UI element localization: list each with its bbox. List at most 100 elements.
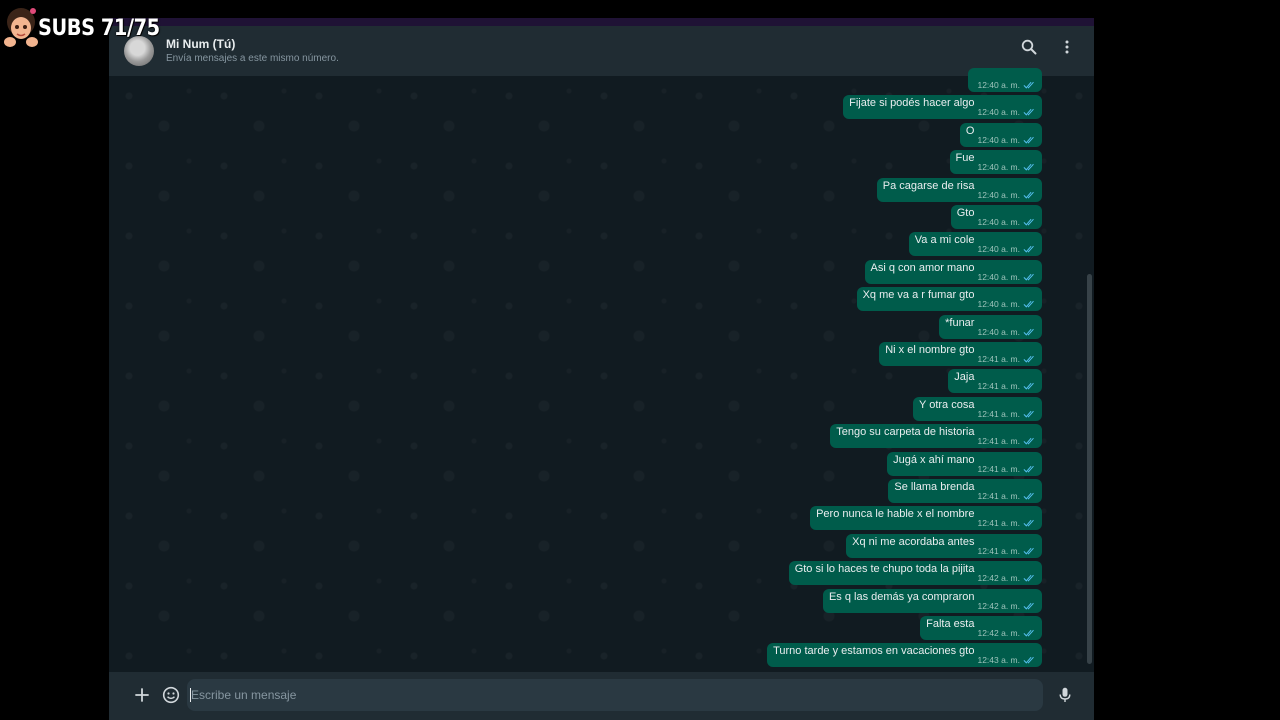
message-text: Gto <box>956 207 975 219</box>
double-check-icon <box>1023 273 1034 281</box>
message-text: Se llama brenda <box>894 481 975 493</box>
menu-icon[interactable] <box>1058 38 1076 56</box>
message-meta: 12:42 a. m. <box>977 601 1036 611</box>
message-bubble[interactable]: Gto 12:40 a. m. <box>950 205 1042 229</box>
message-bubble[interactable]: Y otra cosa 12:41 a. m. <box>913 396 1042 421</box>
message-meta: 12:40 a. m. <box>977 135 1036 145</box>
message-bubble[interactable]: 12:40 a. m. <box>968 68 1042 92</box>
plus-icon[interactable] <box>133 686 151 704</box>
message-text: Xq ni me acordaba antes <box>852 535 975 548</box>
message-meta: 12:43 a. m. <box>977 655 1036 665</box>
scrollbar-thumb[interactable] <box>1087 274 1092 664</box>
message-text: Falta esta <box>926 618 975 630</box>
message-time: 12:40 a. m. <box>977 271 1020 282</box>
message-text: Ni x el nombre gto <box>885 344 975 356</box>
chat-header[interactable]: Mi Num (Tú) Envía mensajes a este mismo … <box>109 26 1094 76</box>
message-meta: 12:41 a. m. <box>977 436 1036 446</box>
double-check-icon <box>1023 328 1034 336</box>
subs-counter: SUBS 71/75 <box>38 15 160 41</box>
composer-bar <box>109 672 1094 720</box>
message-bubble[interactable]: Asi q con amor mano 12:40 a. m. <box>864 259 1042 284</box>
message-bubble[interactable]: O 12:40 a. m. <box>959 122 1042 147</box>
message-text: Jugá x ahí mano <box>893 453 975 466</box>
double-check-icon <box>1023 465 1034 473</box>
text-caret <box>190 688 191 702</box>
message-text: Va a mi cole <box>914 234 975 247</box>
message-time: 12:41 a. m. <box>977 491 1020 501</box>
message-time: 12:40 a. m. <box>977 189 1020 200</box>
message-meta: 12:42 a. m. <box>977 573 1036 583</box>
message-meta: 12:40 a. m. <box>977 299 1036 309</box>
message-meta: 12:40 a. m. <box>977 244 1036 254</box>
message-meta: 12:41 a. m. <box>977 518 1036 528</box>
message-input[interactable] <box>187 679 1043 711</box>
message-time: 12:41 a. m. <box>977 518 1020 529</box>
message-text: Jaja <box>954 371 975 384</box>
message-text: Fue <box>955 152 975 165</box>
contact-info[interactable]: Mi Num (Tú) Envía mensajes a este mismo … <box>166 37 339 65</box>
message-time: 12:40 a. m. <box>977 107 1020 118</box>
streamer-emote-icon <box>2 4 42 52</box>
double-check-icon <box>1023 520 1034 527</box>
double-check-icon <box>1023 109 1034 116</box>
message-bubble[interactable]: Turno tarde y estamos en vacaciones gto 1… <box>767 643 1042 668</box>
message-bubble[interactable]: *funar 12:40 a. m. <box>939 314 1042 339</box>
message-bubble[interactable]: Falta esta 12:42 a. m. <box>920 616 1042 640</box>
message-time: 12:40 a. m. <box>977 134 1020 145</box>
message-time: 12:40 a. m. <box>977 162 1020 173</box>
message-meta: 12:41 a. m. <box>977 546 1036 556</box>
message-time: 12:40 a. m. <box>977 326 1020 337</box>
message-text: Turno tarde y estamos en vacaciones gto <box>773 645 975 658</box>
message-meta: 12:40 a. m. <box>977 107 1036 117</box>
message-bubble[interactable]: Se llama brenda 12:41 a. m. <box>888 479 1042 503</box>
message-text: Xq me va a r fumar gto <box>862 289 975 302</box>
message-time: 12:41 a. m. <box>977 354 1020 364</box>
message-bubble[interactable]: Pa cagarse de risa 12:40 a. m. <box>876 177 1042 202</box>
double-check-icon <box>1023 246 1034 253</box>
message-bubble[interactable]: Fue 12:40 a. m. <box>949 150 1042 175</box>
message-time: 12:42 a. m. <box>977 600 1020 611</box>
message-bubble[interactable]: Xq ni me acordaba antes 12:41 a. m. <box>846 533 1042 558</box>
message-list[interactable]: 12:40 a. m. Fijate si podés hacer algo 12:… <box>109 68 1094 672</box>
message-text: Y otra cosa <box>919 398 975 411</box>
message-meta: 12:40 a. m. <box>977 217 1036 227</box>
double-check-icon <box>1023 81 1034 89</box>
message-bubble[interactable]: Ni x el nombre gto 12:41 a. m. <box>879 342 1042 366</box>
message-text: Fijate si podés hacer algo <box>849 97 975 110</box>
double-check-icon <box>1023 136 1034 144</box>
message-bubble[interactable]: Pero nunca le hable x el nombre 12:41 a. … <box>810 506 1042 531</box>
window-top-accent <box>109 18 1094 26</box>
message-time: 12:41 a. m. <box>977 463 1020 474</box>
message-bubble[interactable]: Jugá x ahí mano 12:41 a. m. <box>887 451 1042 476</box>
message-time: 12:40 a. m. <box>977 244 1020 255</box>
message-bubble[interactable]: Gto si lo haces te chupo toda la pijita 1… <box>788 561 1042 586</box>
message-meta: 12:41 a. m. <box>977 464 1036 474</box>
double-check-icon <box>1023 218 1034 226</box>
message-meta: 12:41 a. m. <box>977 381 1036 391</box>
message-bubble[interactable]: Fijate si podés hacer algo 12:40 a. m. <box>843 95 1042 120</box>
double-check-icon <box>1023 191 1034 199</box>
double-check-icon <box>1023 492 1034 500</box>
message-meta: 12:40 a. m. <box>977 272 1036 282</box>
message-bubble[interactable]: Tengo su carpeta de historia 12:41 a. m. <box>830 424 1042 449</box>
double-check-icon <box>1023 575 1034 582</box>
sticker-icon[interactable] <box>162 686 180 704</box>
message-time: 12:43 a. m. <box>977 655 1020 666</box>
double-check-icon <box>1023 164 1034 171</box>
message-time: 12:41 a. m. <box>977 436 1020 447</box>
message-time: 12:41 a. m. <box>977 408 1020 419</box>
message-meta: 12:41 a. m. <box>977 409 1036 419</box>
message-text: Pa cagarse de risa <box>882 179 975 192</box>
message-time: 12:41 a. m. <box>977 381 1020 392</box>
message-time: 12:40 a. m. <box>977 80 1020 90</box>
message-meta: 12:42 a. m. <box>977 628 1036 638</box>
message-text: Asi q con amor mano <box>870 261 975 274</box>
contact-name: Mi Num (Tú) <box>166 37 236 51</box>
message-bubble[interactable]: Xq me va a r fumar gto 12:40 a. m. <box>856 287 1042 312</box>
message-time: 12:41 a. m. <box>977 545 1020 556</box>
message-bubble[interactable]: Jaja 12:41 a. m. <box>948 369 1042 394</box>
mic-icon[interactable] <box>1056 686 1074 704</box>
message-bubble[interactable]: Va a mi cole 12:40 a. m. <box>908 232 1042 257</box>
message-bubble[interactable]: Es q las demás ya compraron 12:42 a. m. <box>822 588 1042 613</box>
search-icon[interactable] <box>1020 38 1038 56</box>
